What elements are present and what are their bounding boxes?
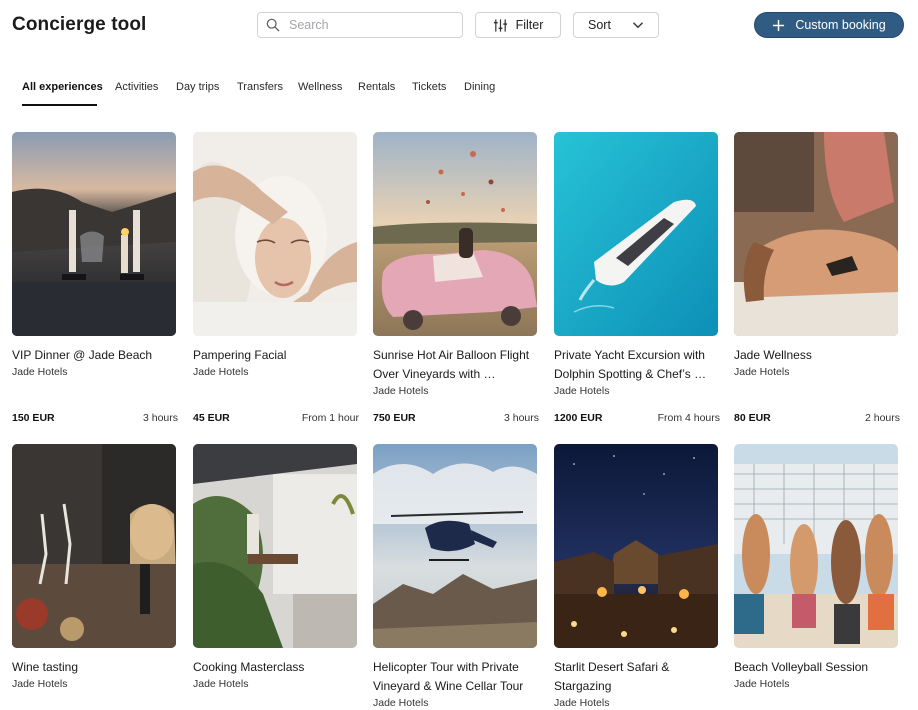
experience-photo[interactable] xyxy=(193,444,357,648)
experience-photo[interactable] xyxy=(554,444,718,648)
tab-all-experiences[interactable]: All experiences xyxy=(22,81,103,93)
tab-dining[interactable]: Dining xyxy=(464,81,495,93)
experience-price: 45 EUR xyxy=(193,412,230,424)
experience-price: 150 EUR xyxy=(12,412,55,424)
experience-photo[interactable] xyxy=(12,444,176,648)
tab-day-trips[interactable]: Day trips xyxy=(176,81,219,93)
tab-activities[interactable]: Activities xyxy=(115,81,158,93)
experience-duration: 3 hours xyxy=(142,412,178,424)
experience-provider: Jade Hotels xyxy=(554,385,610,397)
experience-provider: Jade Hotels xyxy=(373,697,429,709)
custom-booking-button[interactable]: Custom booking xyxy=(754,12,904,38)
experience-title[interactable]: Sunrise Hot Air Balloon Flight Over Vine… xyxy=(373,346,539,383)
active-tab-indicator xyxy=(22,104,97,106)
experience-title[interactable]: Helicopter Tour with Private Vineyard & … xyxy=(373,658,539,695)
experience-duration: 2 hours xyxy=(864,412,900,424)
experience-title[interactable]: VIP Dinner @ Jade Beach xyxy=(12,346,178,365)
search-box[interactable] xyxy=(257,12,463,38)
experience-title[interactable]: Beach Volleyball Session xyxy=(734,658,900,677)
experience-price: 1200 EUR xyxy=(554,412,603,424)
experience-title[interactable]: Cooking Masterclass xyxy=(193,658,359,677)
chevron-down-icon xyxy=(633,22,643,29)
sort-dropdown[interactable]: Sort xyxy=(573,12,659,38)
filter-label: Filter xyxy=(515,18,544,32)
sort-label: Sort xyxy=(588,18,611,32)
experience-title[interactable]: Private Yacht Excursion with Dolphin Spo… xyxy=(554,346,720,383)
plus-icon xyxy=(773,19,785,31)
experience-provider: Jade Hotels xyxy=(12,678,68,690)
tab-wellness[interactable]: Wellness xyxy=(298,81,342,93)
experience-photo[interactable] xyxy=(373,444,537,648)
experience-duration: From 4 hours xyxy=(657,412,720,424)
experience-photo[interactable] xyxy=(734,444,898,648)
category-tabs: All experiences Activities Day trips Tra… xyxy=(0,75,918,107)
experience-photo[interactable] xyxy=(193,132,357,336)
filter-sliders-icon xyxy=(493,18,507,32)
experience-price: 80 EUR xyxy=(734,412,771,424)
experience-provider: Jade Hotels xyxy=(554,697,610,709)
experience-provider: Jade Hotels xyxy=(193,366,249,378)
search-input[interactable] xyxy=(289,18,449,32)
experience-provider: Jade Hotels xyxy=(373,385,429,397)
search-icon xyxy=(266,18,280,32)
tab-rentals[interactable]: Rentals xyxy=(358,81,395,93)
experience-photo[interactable] xyxy=(373,132,537,336)
experience-title[interactable]: Wine tasting xyxy=(12,658,178,677)
tab-tickets[interactable]: Tickets xyxy=(412,81,446,93)
experience-photo[interactable] xyxy=(554,132,718,336)
experience-duration: 3 hours xyxy=(503,412,539,424)
experience-provider: Jade Hotels xyxy=(734,366,790,378)
experience-provider: Jade Hotels xyxy=(12,366,68,378)
experience-title[interactable]: Jade Wellness xyxy=(734,346,900,365)
experience-photo[interactable] xyxy=(734,132,898,336)
experience-price: 750 EUR xyxy=(373,412,416,424)
experience-provider: Jade Hotels xyxy=(193,678,249,690)
tab-transfers[interactable]: Transfers xyxy=(237,81,283,93)
experience-photo[interactable] xyxy=(12,132,176,336)
top-bar: Concierge tool Filter Sort Custom bookin… xyxy=(0,0,918,52)
app-title: Concierge tool xyxy=(12,14,147,35)
custom-booking-label: Custom booking xyxy=(795,18,886,32)
experience-title[interactable]: Starlit Desert Safari & Stargazing xyxy=(554,658,720,695)
experience-duration: From 1 hour xyxy=(301,412,359,424)
filter-button[interactable]: Filter xyxy=(475,12,561,38)
experience-provider: Jade Hotels xyxy=(734,678,790,690)
experience-title[interactable]: Pampering Facial xyxy=(193,346,359,365)
